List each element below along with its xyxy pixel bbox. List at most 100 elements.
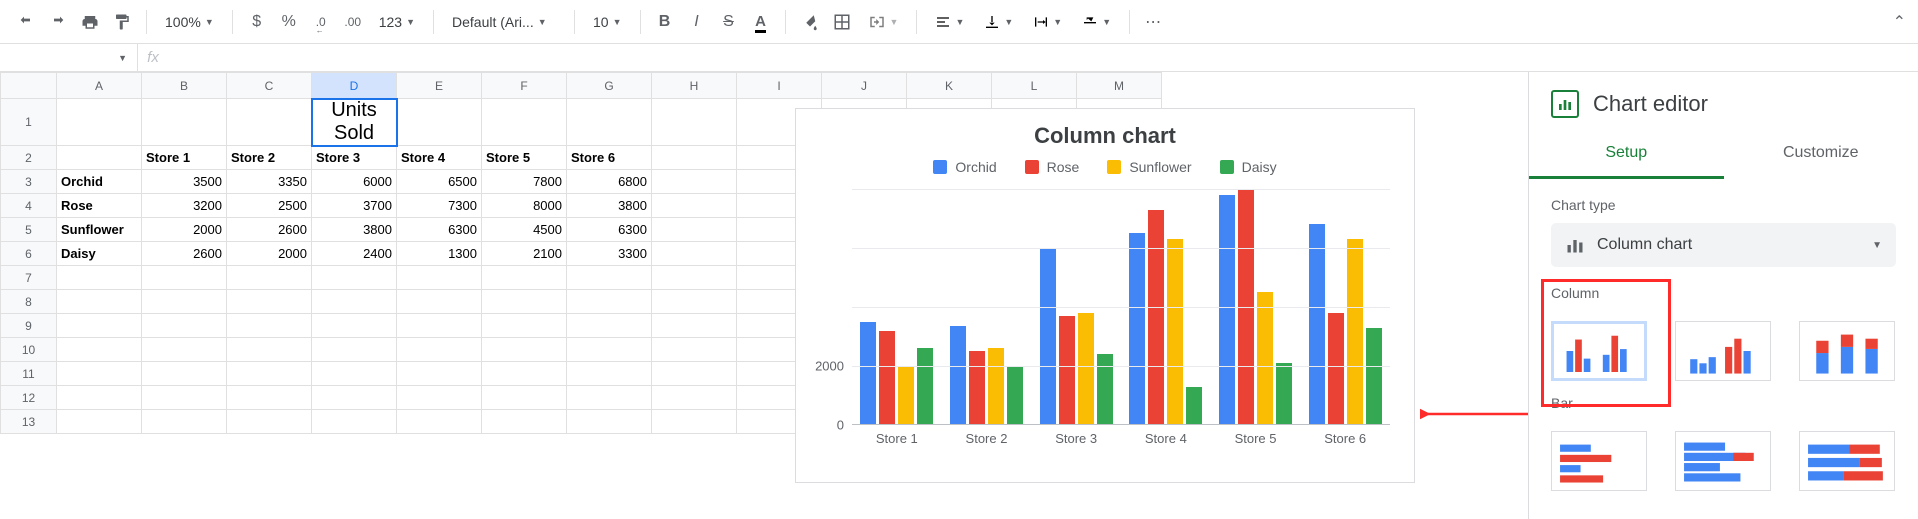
cell[interactable] — [567, 338, 652, 362]
thumb-column-chart[interactable] — [1551, 321, 1647, 381]
cell[interactable]: 3500 — [142, 170, 227, 194]
percent-button[interactable]: % — [275, 8, 303, 36]
thumb-stacked-column[interactable] — [1799, 321, 1895, 381]
cell[interactable] — [227, 338, 312, 362]
halign-button[interactable]: ▼ — [927, 8, 972, 36]
cell[interactable]: 6800 — [567, 170, 652, 194]
select-all-corner[interactable] — [1, 73, 57, 99]
cell[interactable] — [397, 314, 482, 338]
cell[interactable]: 7800 — [482, 170, 567, 194]
cell[interactable] — [312, 410, 397, 434]
col-head-K[interactable]: K — [907, 73, 992, 99]
cell[interactable]: 6500 — [397, 170, 482, 194]
cell[interactable] — [57, 266, 142, 290]
redo-button[interactable] — [44, 8, 72, 36]
cell[interactable] — [652, 266, 737, 290]
cell[interactable] — [312, 266, 397, 290]
cell[interactable]: Daisy — [57, 242, 142, 266]
wrap-button[interactable]: ▼ — [1025, 8, 1070, 36]
cell[interactable]: 2000 — [142, 218, 227, 242]
cell[interactable] — [312, 362, 397, 386]
cell[interactable] — [652, 170, 737, 194]
cell[interactable] — [482, 386, 567, 410]
dec-decimal-button[interactable]: .0← — [307, 8, 335, 36]
cell[interactable] — [652, 338, 737, 362]
cell[interactable]: 2400 — [312, 242, 397, 266]
cell[interactable] — [652, 314, 737, 338]
cell[interactable] — [312, 386, 397, 410]
cell[interactable] — [142, 386, 227, 410]
cell[interactable] — [652, 99, 737, 146]
row-head-4[interactable]: 4 — [1, 194, 57, 218]
cell[interactable] — [482, 290, 567, 314]
row-head-3[interactable]: 3 — [1, 170, 57, 194]
col-head-D[interactable]: D — [312, 73, 397, 99]
cell[interactable]: Store 3 — [312, 146, 397, 170]
cell[interactable]: 6300 — [397, 218, 482, 242]
col-head-J[interactable]: J — [822, 73, 907, 99]
tab-customize[interactable]: Customize — [1724, 130, 1918, 179]
cell[interactable] — [652, 410, 737, 434]
print-button[interactable] — [76, 8, 104, 36]
font-size-select[interactable]: 10▼ — [585, 8, 630, 36]
cell[interactable] — [312, 338, 397, 362]
thumb-column-chart-2[interactable] — [1675, 321, 1771, 381]
col-head-I[interactable]: I — [737, 73, 822, 99]
cell[interactable] — [142, 99, 227, 146]
cell[interactable] — [57, 362, 142, 386]
cell[interactable]: 3800 — [312, 218, 397, 242]
cell[interactable] — [227, 99, 312, 146]
cell[interactable] — [142, 290, 227, 314]
col-head-C[interactable]: C — [227, 73, 312, 99]
cell[interactable] — [227, 290, 312, 314]
collapse-toolbar-button[interactable]: ⌃ — [1893, 12, 1906, 32]
row-head-10[interactable]: 10 — [1, 338, 57, 362]
cell[interactable] — [57, 314, 142, 338]
cell[interactable]: 2500 — [227, 194, 312, 218]
cell[interactable]: 2600 — [227, 218, 312, 242]
cell[interactable]: Store 4 — [397, 146, 482, 170]
bold-button[interactable]: B — [651, 8, 679, 36]
row-head-9[interactable]: 9 — [1, 314, 57, 338]
cell[interactable] — [227, 410, 312, 434]
cell[interactable] — [397, 338, 482, 362]
cell[interactable]: 3800 — [567, 194, 652, 218]
col-head-B[interactable]: B — [142, 73, 227, 99]
cell[interactable] — [652, 194, 737, 218]
cell[interactable]: Orchid — [57, 170, 142, 194]
cell[interactable] — [57, 386, 142, 410]
cell[interactable]: Store 6 — [567, 146, 652, 170]
cell[interactable] — [482, 99, 567, 146]
cell[interactable] — [482, 314, 567, 338]
cell[interactable] — [227, 386, 312, 410]
cell[interactable] — [142, 362, 227, 386]
cell[interactable] — [652, 362, 737, 386]
cell[interactable]: 2100 — [482, 242, 567, 266]
cell[interactable] — [142, 338, 227, 362]
undo-button[interactable] — [12, 8, 40, 36]
row-head-7[interactable]: 7 — [1, 266, 57, 290]
cell[interactable] — [482, 266, 567, 290]
cell[interactable]: 1300 — [397, 242, 482, 266]
borders-button[interactable] — [828, 8, 856, 36]
cell[interactable] — [397, 386, 482, 410]
row-head-8[interactable]: 8 — [1, 290, 57, 314]
cell[interactable] — [567, 386, 652, 410]
rotate-button[interactable]: ▼ — [1074, 8, 1119, 36]
cell[interactable] — [652, 218, 737, 242]
cell[interactable]: Rose — [57, 194, 142, 218]
cell[interactable] — [227, 266, 312, 290]
row-head-5[interactable]: 5 — [1, 218, 57, 242]
row-head-12[interactable]: 12 — [1, 386, 57, 410]
name-box[interactable]: ▼ — [0, 44, 138, 71]
more-toolbar-button[interactable]: ⋯ — [1140, 8, 1168, 36]
cell[interactable]: 3350 — [227, 170, 312, 194]
cell[interactable] — [57, 410, 142, 434]
tab-setup[interactable]: Setup — [1529, 130, 1724, 179]
strike-button[interactable]: S — [715, 8, 743, 36]
col-head-G[interactable]: G — [567, 73, 652, 99]
currency-button[interactable]: $ — [243, 8, 271, 36]
row-head-6[interactable]: 6 — [1, 242, 57, 266]
col-head-F[interactable]: F — [482, 73, 567, 99]
zoom-select[interactable]: 100%▼ — [157, 8, 222, 36]
